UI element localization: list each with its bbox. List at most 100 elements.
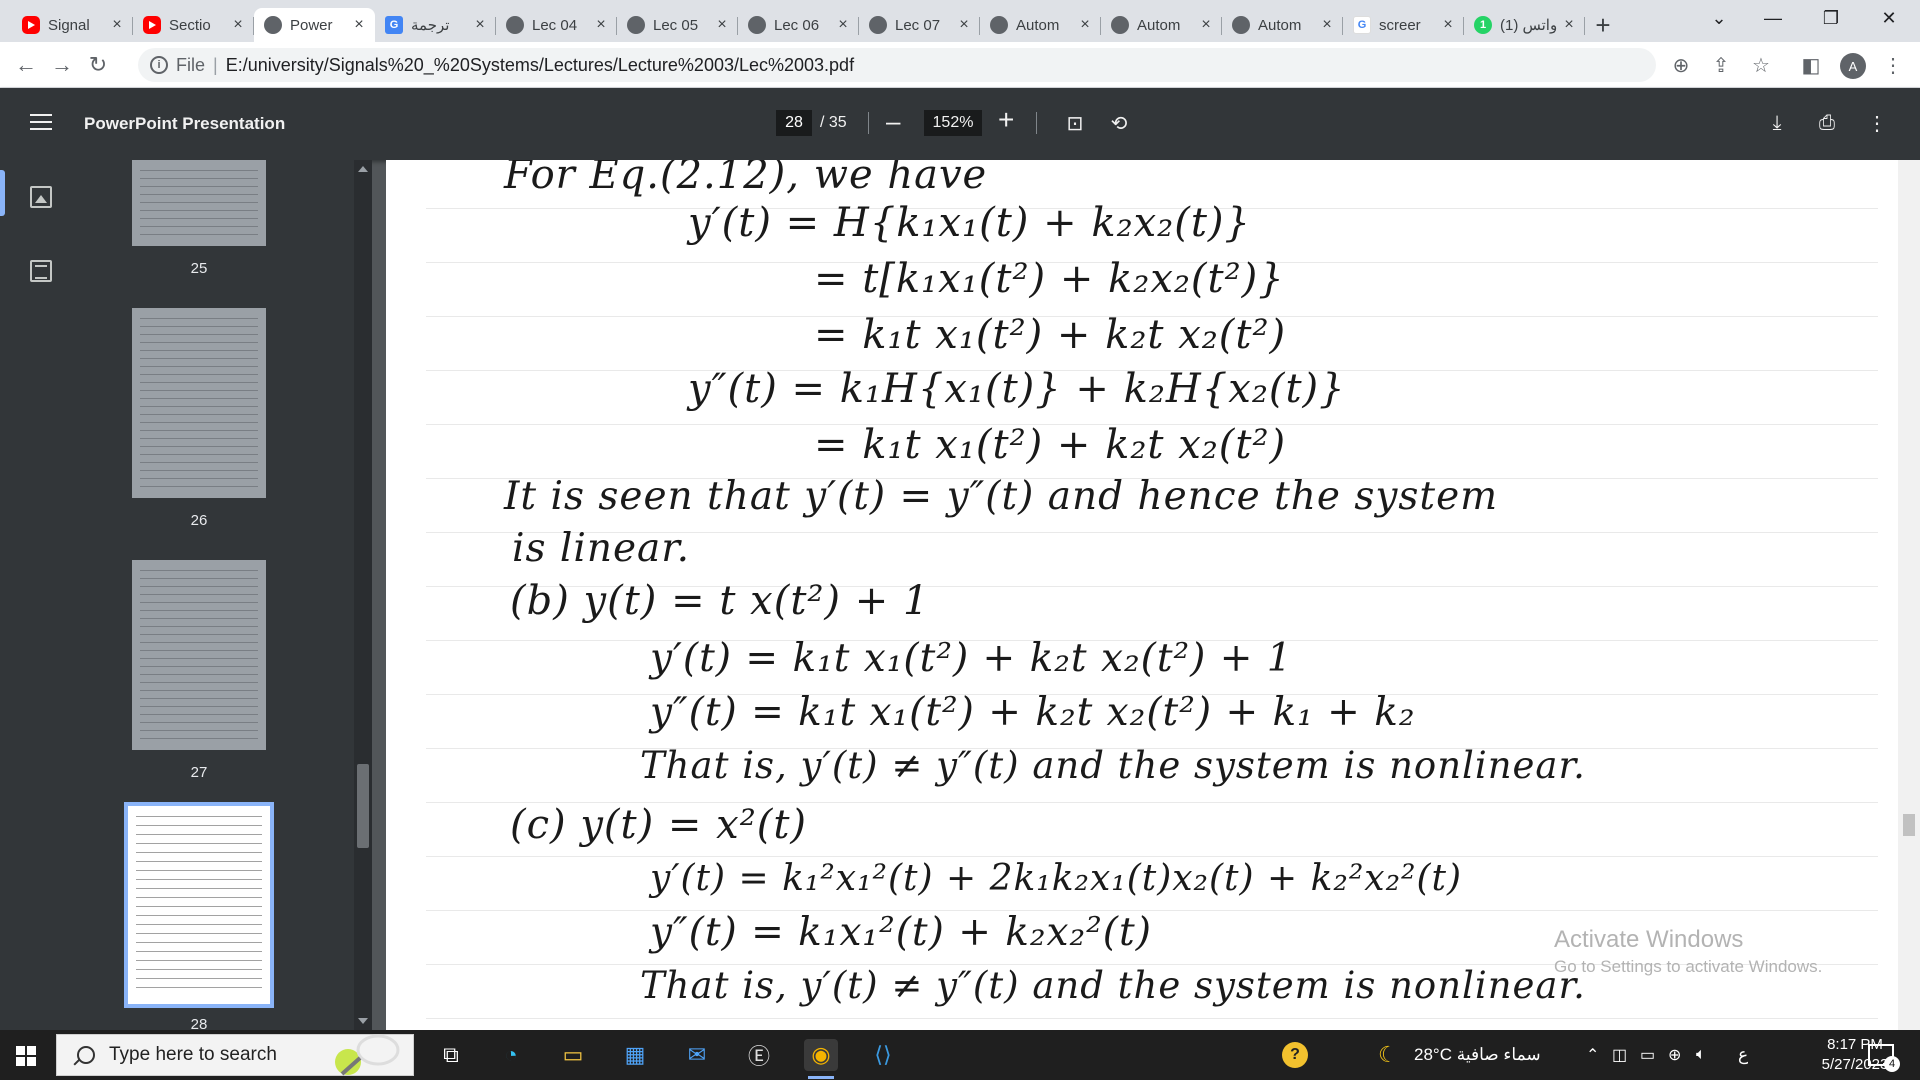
google-icon: G <box>1353 16 1371 34</box>
page-scrollbar-thumb[interactable] <box>1903 814 1915 836</box>
forward-button[interactable]: → <box>44 47 80 83</box>
page-thumbnail-25[interactable] <box>132 160 266 246</box>
info-icon[interactable]: i <box>150 56 168 74</box>
task-view-icon[interactable]: ⧉ <box>434 1039 468 1071</box>
page-thumbnail-26[interactable] <box>132 308 266 498</box>
new-tab-button[interactable]: + <box>1585 8 1621 42</box>
close-tab-icon[interactable]: × <box>472 16 488 34</box>
browser-tab[interactable]: Gscreer × <box>1343 8 1464 42</box>
activate-windows-title: Activate Windows <box>1554 926 1744 953</box>
mail-icon[interactable]: ✉ <box>680 1039 714 1071</box>
bookmark-star-icon[interactable]: ☆ <box>1748 52 1774 78</box>
profile-avatar[interactable]: A <box>1840 53 1866 79</box>
close-tab-icon[interactable]: × <box>1198 16 1214 34</box>
browser-tab[interactable]: G ترجمة × <box>375 8 496 42</box>
restore-button[interactable]: ❐ <box>1804 0 1858 36</box>
tab-search-chevron-icon[interactable]: ⌄ <box>1692 0 1746 36</box>
close-tab-icon[interactable]: × <box>956 16 972 34</box>
ruled-line <box>426 1018 1878 1019</box>
browser-tab[interactable]: Lec 07 × <box>859 8 980 42</box>
notification-icon: 4 <box>1868 1044 1900 1072</box>
sidebar-scrollbar[interactable] <box>354 160 372 1030</box>
browser-tab[interactable]: Autom × <box>1222 8 1343 42</box>
scrollbar-thumb[interactable] <box>357 764 369 848</box>
address-bar[interactable]: i File | E:/university/Signals%20_%20Sys… <box>138 48 1656 82</box>
browser-tab[interactable]: Autom × <box>980 8 1101 42</box>
minimize-button[interactable]: — <box>1746 0 1800 36</box>
browser-tab[interactable]: Signal × <box>12 8 133 42</box>
browser-tab[interactable]: Autom × <box>1101 8 1222 42</box>
thumbnails-view-icon[interactable] <box>30 186 52 208</box>
close-tab-icon[interactable]: × <box>1077 16 1093 34</box>
app-icon[interactable]: Ⓔ <box>742 1039 776 1071</box>
browser-tab[interactable]: Lec 05 × <box>617 8 738 42</box>
text-line: is linear. <box>512 526 691 571</box>
language-indicator[interactable]: ع <box>1738 1030 1748 1080</box>
activate-windows-subtitle: Go to Settings to activate Windows. <box>1554 957 1823 976</box>
browser-tab[interactable]: Lec 04 × <box>496 8 617 42</box>
show-hidden-icons-icon[interactable]: ⌃ <box>1586 1030 1599 1080</box>
equation-line: y″(t) = k₁H{x₁(t)} + k₂H{x₂(t)} <box>688 366 1346 412</box>
file-explorer-icon[interactable]: ▭ <box>556 1039 590 1071</box>
chrome-icon[interactable]: ◉ <box>804 1039 838 1079</box>
close-window-button[interactable]: ✕ <box>1862 0 1916 36</box>
tab-title: Lec 06 <box>774 16 820 34</box>
help-icon[interactable]: ? <box>1282 1030 1308 1080</box>
close-tab-icon[interactable]: × <box>835 16 851 34</box>
close-tab-icon[interactable]: × <box>1561 16 1577 34</box>
url-text: E:/university/Signals%20_%20Systems/Lect… <box>225 54 855 75</box>
globe-icon <box>748 16 766 34</box>
print-icon[interactable]: ⎙ <box>1814 110 1840 136</box>
moon-weather-icon: ☾ <box>1378 1042 1398 1067</box>
zoom-level-input[interactable]: 152% <box>924 110 982 136</box>
browser-tab[interactable]: 1 واتس (1) × <box>1464 8 1585 42</box>
fit-page-icon[interactable]: ⊡ <box>1062 110 1088 136</box>
weather-text[interactable]: 28°C سماء صافية <box>1414 1030 1541 1080</box>
volume-icon[interactable]: 🔈︎ <box>1696 1030 1706 1080</box>
download-icon[interactable]: ⤓ <box>1764 110 1790 136</box>
battery-icon[interactable]: ▭ <box>1640 1030 1655 1080</box>
page-scrollbar[interactable] <box>1898 160 1920 1030</box>
outline-view-icon[interactable] <box>30 260 52 282</box>
text-line: It is seen that y′(t) = y″(t) and hence … <box>504 474 1499 519</box>
close-tab-icon[interactable]: × <box>1319 16 1335 34</box>
notifications-button[interactable]: 4 <box>1868 1030 1900 1080</box>
zoom-out-button[interactable]: – <box>886 106 900 137</box>
close-tab-icon[interactable]: × <box>593 16 609 34</box>
browser-tab[interactable]: Lec 06 × <box>738 8 859 42</box>
more-options-icon[interactable]: ⋮ <box>1864 110 1890 136</box>
youtube-icon <box>143 16 161 34</box>
share-icon[interactable]: ⇪ <box>1708 52 1734 78</box>
close-tab-icon[interactable]: × <box>109 16 125 34</box>
reload-button[interactable]: ↻ <box>80 47 116 83</box>
tab-title: screer <box>1379 16 1421 34</box>
side-panel-icon[interactable]: ◧ <box>1798 52 1824 78</box>
meet-now-icon[interactable]: ◫ <box>1612 1030 1627 1080</box>
scroll-down-arrow-icon[interactable] <box>358 1018 368 1024</box>
ruled-line <box>426 856 1878 857</box>
browser-menu-icon[interactable]: ⋮ <box>1880 52 1906 78</box>
back-button[interactable]: ← <box>8 47 44 83</box>
sidebar-menu-icon[interactable] <box>30 114 52 132</box>
network-icon[interactable]: ⊕ <box>1668 1030 1681 1080</box>
edge-browser-icon[interactable]: ◔ <box>494 1039 528 1071</box>
tennis-racket-icon[interactable] <box>330 1032 406 1078</box>
page-number-input[interactable]: 28 <box>776 110 812 136</box>
browser-tab[interactable]: Power × <box>254 8 375 42</box>
close-tab-icon[interactable]: × <box>351 16 367 34</box>
browser-tab[interactable]: Sectio × <box>133 8 254 42</box>
close-tab-icon[interactable]: × <box>714 16 730 34</box>
globe-icon <box>869 16 887 34</box>
close-tab-icon[interactable]: × <box>230 16 246 34</box>
microsoft-store-icon[interactable]: ▦ <box>618 1039 652 1071</box>
zoom-in-button[interactable]: + <box>998 104 1014 136</box>
scroll-up-arrow-icon[interactable] <box>358 166 368 172</box>
page-thumbnail-28[interactable] <box>124 802 274 1008</box>
rotate-icon[interactable]: ⟲ <box>1106 110 1132 136</box>
zoom-icon[interactable]: ⊕ <box>1668 52 1694 78</box>
page-thumbnail-27[interactable] <box>132 560 266 750</box>
close-tab-icon[interactable]: × <box>1440 16 1456 34</box>
windows-start-icon[interactable] <box>16 1046 36 1066</box>
vscode-icon[interactable]: ⟨⟩ <box>866 1039 900 1071</box>
pdf-toolbar: PowerPoint Presentation 28 / 35 – 152% +… <box>0 88 1920 160</box>
